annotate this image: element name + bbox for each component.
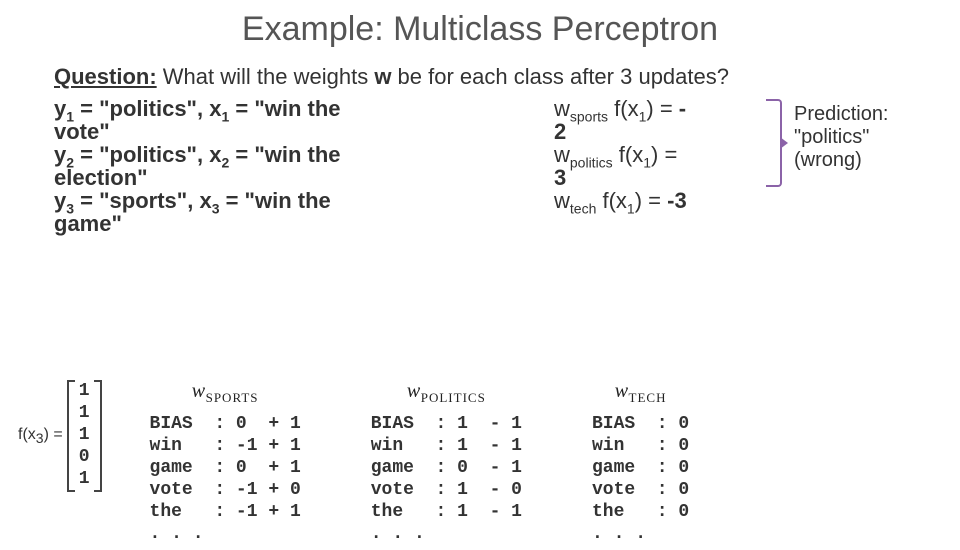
score-tech: 3 wtech f(x1) = -3: [554, 166, 764, 216]
w-politics-table: BIAS : 1 - 1 win : 1 - 1 game : 0 - 1 vo…: [371, 414, 522, 546]
w-tech-table: BIAS : 0 win : 0 game : 0 vote : 0 the :…: [592, 414, 689, 546]
fx-v2: 1: [79, 425, 90, 447]
prediction-wrong: (wrong): [794, 149, 889, 172]
fx-values: 1 1 1 0 1: [75, 381, 94, 491]
w-sym-hdr1: w: [192, 380, 206, 402]
w-sports-table: BIAS : 0 + 1 win : -1 + 1 game : 0 + 1 v…: [150, 414, 301, 546]
w-tech-group: wTECH BIAS : 0 win : 0 game : 0 vote : 0…: [592, 380, 689, 546]
question-label: Question:: [54, 64, 157, 89]
fx-sub-lbl: 3: [36, 430, 44, 446]
w-tech-header: wTECH: [615, 380, 667, 406]
fx-open: f(x: [608, 96, 639, 121]
w-sports-header: wSPORTS: [192, 380, 259, 406]
bracket-icon: [766, 99, 782, 187]
y3-sym: y: [54, 188, 66, 213]
fx-eq: ) =: [646, 96, 678, 121]
slide-body: Question: What will the weights w be for…: [0, 49, 960, 235]
fx-b: ) =: [44, 426, 63, 443]
x2-cont: election": [54, 165, 148, 190]
prediction-box: Prediction: "politics" (wrong): [794, 103, 889, 172]
left-bracket-icon: [67, 380, 75, 492]
wsym3: w: [554, 188, 570, 213]
wsports-sub: sports: [570, 108, 608, 124]
fx-v0: 1: [79, 381, 90, 403]
w-tech-sub: TECH: [629, 390, 667, 405]
fx-v4: 1: [79, 469, 90, 491]
example-line-2: vote" y2 = "politics", x2 = "win the: [54, 120, 484, 170]
score-politics: 2 wpolitics f(x1) =: [554, 120, 764, 170]
tech-val: -3: [667, 188, 687, 213]
y2-eq: = "politics", x: [74, 142, 221, 167]
question-w: w: [374, 64, 391, 89]
fx-vector: 1 1 1 0 1: [67, 380, 102, 492]
right-bracket-icon: [94, 380, 102, 492]
fx-eq2: ) =: [651, 142, 677, 167]
tables-row: f(x3) = 1 1 1 0 1 wSPORTS BIAS : 0 + 1 w…: [0, 380, 960, 546]
wpolitics-sub: politics: [570, 154, 613, 170]
sports-val2: 2: [554, 119, 566, 144]
y-sym: y: [54, 96, 66, 121]
question-part1: What will the weights: [157, 64, 375, 89]
question-part2: be for each class after 3 updates?: [391, 64, 729, 89]
score-column: wsports f(x1) = - 2 wpolitics f(x1) = 3 …: [554, 97, 764, 212]
y3-eq: = "sports", x: [74, 188, 212, 213]
w-sym-hdr3: w: [615, 380, 629, 402]
fx-sub2: 1: [643, 154, 651, 170]
wtech-sub: tech: [570, 200, 596, 216]
fx-sub3: 1: [627, 200, 635, 216]
w-politics-sub: POLITICS: [421, 390, 486, 405]
sports-val: -: [679, 96, 686, 121]
example-line-3: election" y3 = "sports", x3 = "win the: [54, 166, 484, 216]
fx-eq3: ) =: [635, 188, 667, 213]
x3-val: = "win the: [219, 188, 330, 213]
question-text: Question: What will the weights w be for…: [54, 63, 906, 91]
prediction-label: Prediction:: [794, 103, 889, 126]
training-examples: y1 = "politics", x1 = "win the vote" y2 …: [54, 97, 484, 236]
y1-eq: = "politics", x: [74, 96, 221, 121]
examples-block: y1 = "politics", x1 = "win the vote" y2 …: [54, 97, 906, 236]
w-sym-hdr2: w: [407, 380, 421, 402]
w-sports-group: wSPORTS BIAS : 0 + 1 win : -1 + 1 game :…: [150, 380, 301, 546]
w-sports-sub: SPORTS: [206, 390, 259, 405]
wsym: w: [554, 96, 570, 121]
y2-sym: y: [54, 142, 66, 167]
fx-label: f(x3) =: [18, 426, 63, 446]
fx-vector-block: f(x3) = 1 1 1 0 1: [18, 380, 102, 492]
x1-val: = "win the: [229, 96, 340, 121]
fx-v3: 0: [79, 447, 90, 469]
fx-open3: f(x: [596, 188, 627, 213]
prediction-value: "politics": [794, 126, 889, 149]
x1-cont: vote": [54, 119, 110, 144]
fx-open2: f(x: [613, 142, 644, 167]
wsym2: w: [554, 142, 570, 167]
fx-a: f(x: [18, 426, 36, 443]
w-politics-header: wPOLITICS: [407, 380, 486, 406]
slide-title: Example: Multiclass Perceptron: [0, 10, 960, 49]
x2-val: = "win the: [229, 142, 340, 167]
politics-val: 3: [554, 165, 566, 190]
w-politics-group: wPOLITICS BIAS : 1 - 1 win : 1 - 1 game …: [371, 380, 522, 546]
fx-v1: 1: [79, 403, 90, 425]
